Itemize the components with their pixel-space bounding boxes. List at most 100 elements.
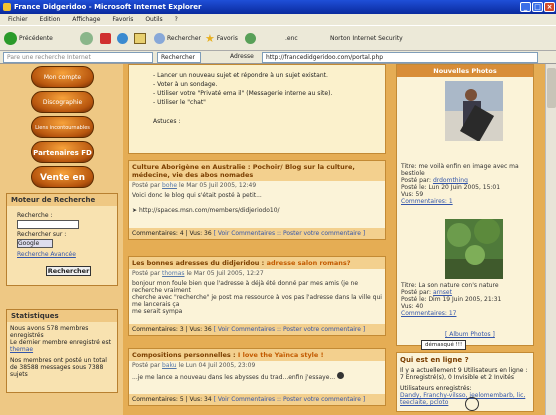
history-icon bbox=[245, 33, 256, 44]
photo-caption: Titre: La son nature con's nature Posté … bbox=[401, 282, 502, 317]
photo-comments-link[interactable]: Commentaires: 1 bbox=[401, 198, 453, 205]
favorites-button[interactable]: ★ Favoris bbox=[205, 30, 238, 47]
search-input[interactable] bbox=[17, 220, 79, 229]
toolbar: Précédente Rechercher ★ Favoris .enc Nor… bbox=[0, 25, 556, 51]
smiley-icon bbox=[337, 372, 345, 379]
stats-panel: Statistiques Nous avons 578 membres enre… bbox=[6, 309, 118, 393]
forward-arrow-icon bbox=[80, 32, 93, 45]
norton-notice[interactable]: Norton Internet Security bbox=[330, 30, 403, 47]
info-line: - Lancer un nouveau sujet et répondre à … bbox=[153, 72, 328, 79]
post-comment-links[interactable]: [ Voir Commentaires :: Poster votre comm… bbox=[214, 326, 366, 333]
post-footer: Commentaires: 4 | Vus: 36 [ Voir Comment… bbox=[129, 228, 385, 239]
photo-author-link[interactable]: drdomthing bbox=[433, 177, 468, 184]
home-button[interactable] bbox=[134, 30, 146, 47]
minimize-icon[interactable]: _ bbox=[520, 2, 531, 12]
home-icon bbox=[134, 33, 146, 44]
photo-thumbnail[interactable] bbox=[445, 219, 503, 279]
nav-discographie[interactable]: Discographie bbox=[31, 91, 94, 113]
menu-affichage[interactable]: Affichage bbox=[72, 16, 100, 23]
album-photos-link[interactable]: [ Album Photos ] bbox=[445, 331, 495, 338]
online-title: Qui est en ligne ? bbox=[400, 356, 469, 364]
address-bar: Pare une recherche Internet Rechercher A… bbox=[0, 51, 556, 64]
back-arrow-icon bbox=[4, 32, 17, 45]
post-author[interactable]: baku bbox=[162, 362, 177, 369]
back-button[interactable]: Précédente bbox=[4, 30, 53, 47]
address-field[interactable]: http://francedidgeridoo.com/portal.php bbox=[262, 52, 538, 63]
post-footer: Commentaires: 3 | Vus: 36 [ Voir Comment… bbox=[129, 324, 385, 335]
post-body: Voici donc le blog qui s'était posté à p… bbox=[132, 192, 262, 199]
ie-icon bbox=[3, 3, 11, 11]
page-content: Mon compte Discographie Liens incontourn… bbox=[0, 64, 556, 415]
browser-window: France Didgeridoo - Microsoft Internet E… bbox=[0, 0, 556, 415]
post-body: ...je me lance a nouveau dans les abysse… bbox=[129, 370, 385, 383]
internet-search-box[interactable]: Pare une recherche Internet bbox=[3, 52, 153, 63]
search-label: Recherche : bbox=[17, 212, 53, 219]
photo-caption: Titre: me voilà enfin en image avec ma b… bbox=[401, 163, 519, 205]
advanced-search-link[interactable]: Recherche Avancée bbox=[17, 251, 76, 258]
stats-last-member-link[interactable]: themae bbox=[10, 346, 114, 353]
post-title[interactable]: Les bonnes adresses du didjeridou : adre… bbox=[129, 257, 385, 269]
search-on-label: Rechercher sur : bbox=[17, 231, 67, 238]
search-submit-button[interactable]: Rechercher bbox=[46, 266, 91, 276]
stats-last-member: Le dernier membre enregistré est bbox=[10, 339, 111, 346]
maximize-icon[interactable]: □ bbox=[532, 2, 543, 12]
search-icon bbox=[154, 33, 165, 44]
nav-mon-compte[interactable]: Mon compte bbox=[31, 66, 94, 88]
photos-panel: Nouvelles Photos Titre: me voilà enfin e… bbox=[396, 64, 534, 350]
address-label: Adresse bbox=[230, 53, 254, 60]
popup-tooltip: démasqué !!! bbox=[421, 340, 467, 350]
post-author[interactable]: bohe bbox=[162, 182, 177, 189]
nav-vente-en-ligne[interactable]: Vente en ligne bbox=[31, 166, 94, 205]
title-bar: France Didgeridoo - Microsoft Internet E… bbox=[0, 0, 556, 14]
info-line: - Voter à un sondage. bbox=[153, 81, 218, 88]
nav-liens[interactable]: Liens incontournables bbox=[31, 116, 94, 138]
photo-comments-link[interactable]: Commentaires: 17 bbox=[401, 310, 456, 317]
search-engine-select[interactable]: Google bbox=[17, 239, 53, 248]
nav-partenaires[interactable]: Partenaires FD bbox=[31, 141, 94, 163]
info-post: - Lancer un nouveau sujet et répondre à … bbox=[128, 64, 386, 154]
news-post: Compositions personnelles : I love the Y… bbox=[128, 348, 386, 406]
online-breakdown: 7 Enregistré(s), 0 Invisible et 2 Invité… bbox=[400, 374, 514, 381]
menu-favoris[interactable]: Favoris bbox=[112, 16, 133, 23]
scrollbar-thumb[interactable] bbox=[547, 68, 556, 108]
left-column: Mon compte Discographie Liens incontourn… bbox=[0, 64, 123, 415]
post-author[interactable]: thomas bbox=[162, 270, 184, 277]
photos-title: Nouvelles Photos bbox=[397, 65, 533, 77]
refresh-button[interactable] bbox=[117, 30, 128, 47]
post-link[interactable]: ➤ http://spaces.msn.com/members/didjerio… bbox=[129, 205, 385, 216]
post-title[interactable]: Culture Aborigène en Australie : Pochoir… bbox=[129, 161, 385, 181]
history-button[interactable] bbox=[245, 30, 256, 47]
search-engine-dropdown[interactable]: Rechercher bbox=[157, 52, 201, 63]
post-comment-links[interactable]: [ Voir Commentaires :: Poster votre comm… bbox=[214, 396, 366, 403]
photo-thumbnail[interactable] bbox=[445, 81, 503, 141]
astuces-label: Astuces : bbox=[153, 118, 181, 125]
menu-outils[interactable]: Outils bbox=[145, 16, 162, 23]
stats-members: Nous avons 578 membres enregistrés bbox=[10, 325, 89, 339]
photo-author-link[interactable]: arnset bbox=[433, 289, 452, 296]
search-panel-title: Moteur de Recherche bbox=[7, 194, 117, 206]
center-column: - Lancer un nouveau sujet et répondre à … bbox=[123, 64, 390, 415]
news-post: Les bonnes adresses du didjeridou : adre… bbox=[128, 256, 386, 336]
post-body: bonjour mon foule bien que l'adresse à d… bbox=[132, 280, 382, 315]
search-button[interactable]: Rechercher bbox=[154, 30, 201, 47]
menu-fichier[interactable]: Fichier bbox=[8, 16, 28, 23]
post-comment-links[interactable]: [ Voir Commentaires :: Poster votre comm… bbox=[214, 230, 366, 237]
close-icon[interactable]: × bbox=[544, 2, 555, 12]
menu-help[interactable]: ? bbox=[175, 16, 178, 23]
stats-posts: Nos membres ont posté un total de 38588 … bbox=[10, 357, 107, 378]
stats-title: Statistiques bbox=[7, 310, 117, 322]
info-line: - Utiliser votre "Privaté ema il" (Messa… bbox=[153, 90, 333, 97]
search-panel: Moteur de Recherche Recherche : Recherch… bbox=[6, 193, 118, 286]
favorites-star-icon: ★ bbox=[205, 32, 215, 45]
online-count: Il y a actuellement 9 Utilisateurs en li… bbox=[400, 367, 528, 374]
menu-bar: Fichier Edition Affichage Favoris Outils… bbox=[0, 14, 556, 25]
menu-edition[interactable]: Edition bbox=[40, 16, 61, 23]
stop-button[interactable] bbox=[100, 30, 111, 47]
forward-button[interactable] bbox=[80, 30, 93, 47]
mouse-cursor-highlight bbox=[465, 397, 479, 411]
toolbar-ienc[interactable]: .enc bbox=[285, 30, 298, 47]
post-title[interactable]: Compositions personnelles : I love the Y… bbox=[129, 349, 385, 361]
refresh-icon bbox=[117, 33, 128, 44]
vertical-scrollbar[interactable] bbox=[545, 64, 556, 415]
post-footer: Commentaires: 5 | Vus: 34 [ Voir Comment… bbox=[129, 394, 385, 405]
